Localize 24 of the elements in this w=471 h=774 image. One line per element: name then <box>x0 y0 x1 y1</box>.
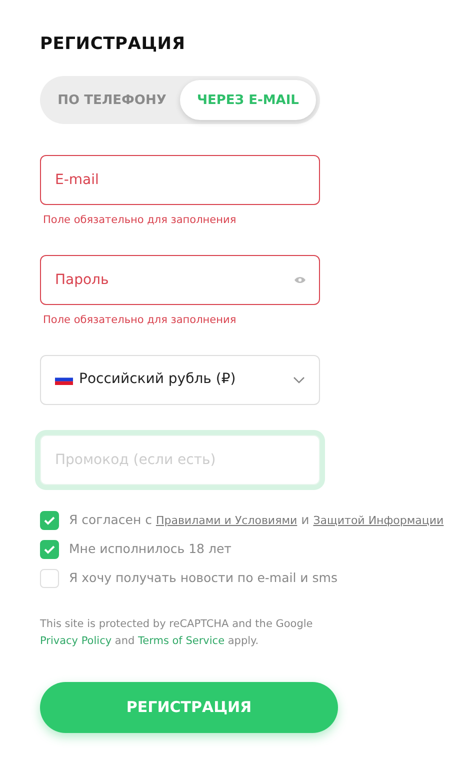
flag-icon <box>55 374 73 386</box>
chevron-down-icon <box>293 376 305 384</box>
check-icon <box>44 516 55 525</box>
link[interactable]: Privacy Policy <box>40 634 112 647</box>
tab[interactable]: ЧЕРЕЗ E-MAIL <box>180 80 316 120</box>
eye-icon <box>294 276 306 284</box>
checkbox[interactable] <box>40 540 59 559</box>
checkbox[interactable] <box>40 510 59 530</box>
error-message: Поле обязательно для заполнения <box>43 213 238 228</box>
password-field[interactable]: Пароль <box>40 255 320 306</box>
tab[interactable]: ПО ТЕЛЕФОНУ <box>44 80 180 120</box>
currency-select[interactable]: Российский рубль (₽) <box>40 354 320 405</box>
checkbox-label: Я согласен с Правилами и Условиями и Защитой Информации <box>69 511 444 530</box>
link[interactable]: Terms of Service <box>138 634 225 647</box>
recaptcha-notice: This site is protected by reCAPTCHA and the Google Privacy Policy and Terms of Service apply. <box>40 616 314 649</box>
input-field[interactable]: E-mail <box>40 155 320 206</box>
checkbox-label: Мне исполнилось 18 лет <box>69 540 232 558</box>
page-title: РЕГИСТРАЦИЯ <box>40 34 186 54</box>
checkbox-label: Я хочу получать новости по e-mail и sms <box>69 569 338 588</box>
register-button[interactable]: РЕГИСТРАЦИЯ <box>40 682 338 733</box>
link[interactable]: Защитой Информации <box>313 514 444 528</box>
link[interactable]: Правилами и Условиями <box>156 514 298 528</box>
error-message: Поле обязательно для заполнения <box>43 313 238 328</box>
check-icon <box>44 544 55 554</box>
